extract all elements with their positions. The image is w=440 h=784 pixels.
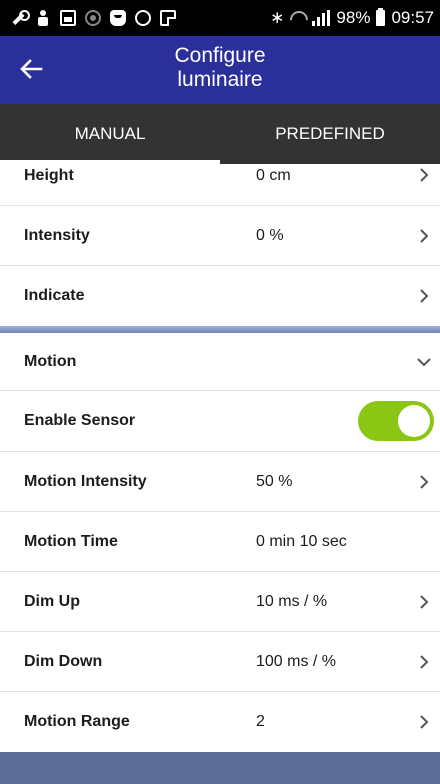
signal-icon [312,10,331,26]
row-indicate[interactable]: Indicate [0,266,440,326]
row-dim-up-label: Dim Up [24,593,80,610]
row-indicate-label: Indicate [24,287,85,304]
row-height[interactable]: Height 0 cm [0,164,440,206]
row-motion-intensity-label: Motion Intensity [24,473,147,490]
wrench-icon [10,10,30,26]
tab-predefined[interactable]: PREDEFINED [220,104,440,164]
chevron-right-icon [418,167,430,183]
chevron-down-icon [416,354,432,370]
row-motion-time-label: Motion Time [24,533,118,550]
screenshot-icon [160,10,176,26]
row-motion-time[interactable]: Motion Time 0 min 10 sec [0,512,440,572]
chevron-right-icon [418,228,430,244]
row-motion-range[interactable]: Motion Range 2 [0,692,440,752]
battery-percent: 98% [336,8,371,27]
row-dim-up[interactable]: Dim Up 10 ms / % [0,572,440,632]
page-title: Configure luminaire [0,44,440,92]
tab-bar: MANUAL PREDEFINED [0,104,440,164]
row-motion-header[interactable]: Motion [0,333,440,391]
row-height-value: 0 cm [256,167,291,184]
row-dim-down[interactable]: Dim Down 100 ms / % [0,632,440,692]
wifi-icon [290,11,306,25]
row-motion-range-value: 2 [256,713,265,730]
row-enable-sensor-label: Enable Sensor [24,412,136,429]
bag-icon [110,10,126,26]
row-intensity-label: Intensity [24,227,90,244]
circle-icon [135,10,151,26]
chevron-right-icon [418,594,430,610]
row-motion-range-label: Motion Range [24,713,130,730]
page-title-line-1: Configure [174,44,266,67]
row-motion-label: Motion [24,353,77,370]
system-icons: ∗ 98% 09:57 [270,8,434,28]
row-enable-sensor: Enable Sensor [0,391,440,452]
bottom-section-band [0,752,440,784]
bluetooth-icon: ∗ [270,8,285,27]
battery-icon [376,8,386,26]
chevron-right-icon [418,474,430,490]
row-intensity[interactable]: Intensity 0 % [0,206,440,266]
row-motion-time-value: 0 min 10 sec [256,533,347,550]
person-icon [35,10,51,26]
row-intensity-value: 0 % [256,227,284,244]
row-height-label: Height [24,167,74,184]
row-dim-down-value: 100 ms / % [256,653,337,670]
status-bar: ∗ 98% 09:57 [0,0,440,36]
notification-icons [10,10,176,26]
row-motion-intensity[interactable]: Motion Intensity 50 % [0,452,440,512]
row-motion-intensity-value: 50 % [256,473,293,490]
image-icon [60,10,76,26]
tab-manual[interactable]: MANUAL [0,104,220,164]
enable-sensor-toggle[interactable] [358,401,434,441]
chevron-right-icon [418,288,430,304]
row-dim-down-label: Dim Down [24,653,103,670]
clock: 09:57 [391,8,434,27]
row-dim-up-value: 10 ms / % [256,593,328,610]
app-bar: Configure luminaire [0,36,440,104]
record-icon [85,10,101,26]
chevron-right-icon [418,714,430,730]
toggle-knob [398,405,430,437]
chevron-right-icon [418,654,430,670]
section-divider [0,326,440,333]
page-title-line-2: luminaire [177,68,263,91]
